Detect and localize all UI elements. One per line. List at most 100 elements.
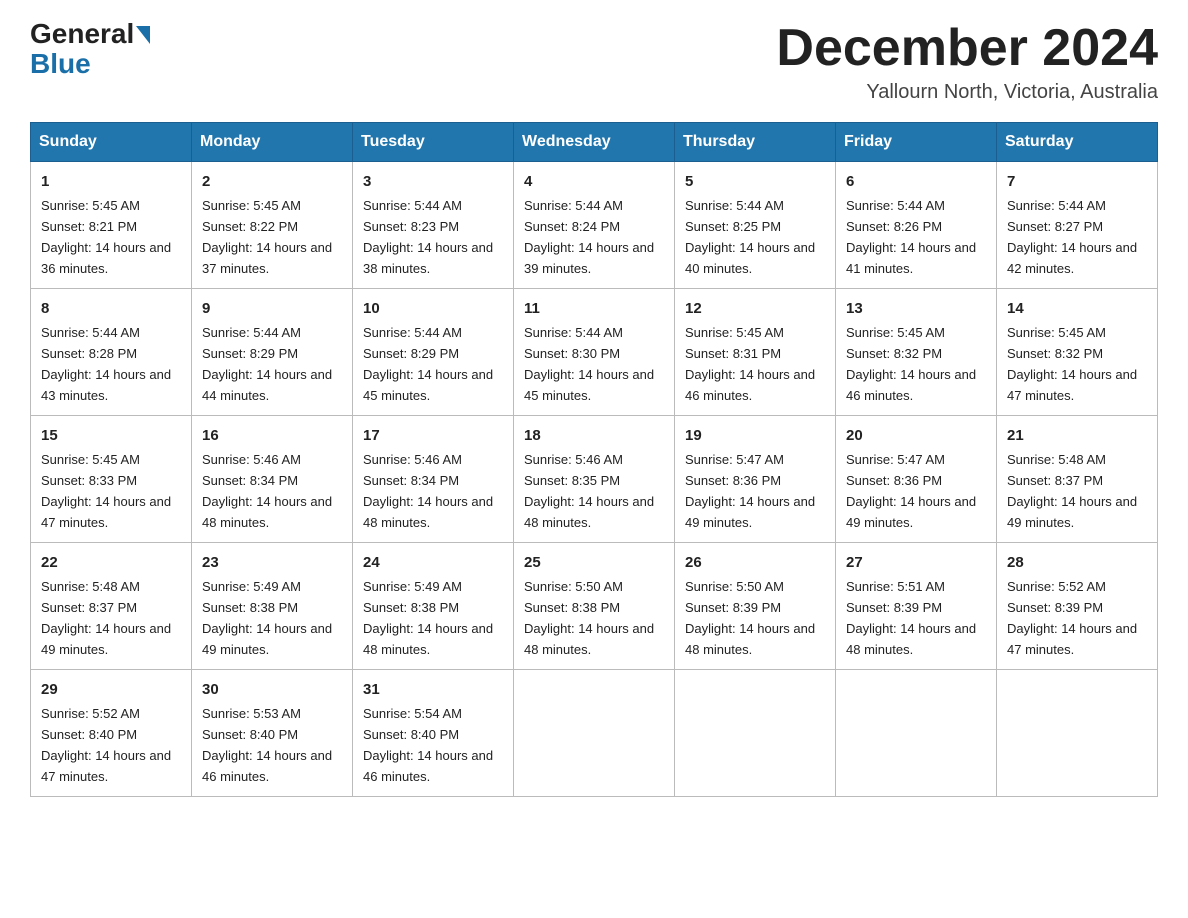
day-number: 23 bbox=[202, 551, 342, 574]
table-row: 26 Sunrise: 5:50 AMSunset: 8:39 PMDayligh… bbox=[675, 543, 836, 670]
day-info: Sunrise: 5:49 AMSunset: 8:38 PMDaylight:… bbox=[202, 579, 332, 657]
logo-general-text: General bbox=[30, 20, 134, 48]
day-number: 22 bbox=[41, 551, 181, 574]
day-number: 24 bbox=[363, 551, 503, 574]
calendar-table: SundayMondayTuesdayWednesdayThursdayFrid… bbox=[30, 122, 1158, 797]
logo: General Blue bbox=[30, 20, 150, 80]
week-row-1: 8Sunrise: 5:44 AMSunset: 8:28 PMDaylight… bbox=[31, 289, 1158, 416]
day-info: Sunrise: 5:53 AMSunset: 8:40 PMDaylight:… bbox=[202, 706, 332, 784]
day-number: 4 bbox=[524, 170, 664, 193]
day-number: 6 bbox=[846, 170, 986, 193]
day-info: Sunrise: 5:44 AMSunset: 8:24 PMDaylight:… bbox=[524, 198, 654, 276]
table-row: 9 Sunrise: 5:44 AMSunset: 8:29 PMDaylight… bbox=[192, 289, 353, 416]
day-number: 17 bbox=[363, 424, 503, 447]
calendar-body: 1Sunrise: 5:45 AMSunset: 8:21 PMDaylight… bbox=[31, 162, 1158, 797]
day-info: Sunrise: 5:46 AMSunset: 8:34 PMDaylight:… bbox=[363, 452, 493, 530]
table-row: 23 Sunrise: 5:49 AMSunset: 8:38 PMDayligh… bbox=[192, 543, 353, 670]
day-info: Sunrise: 5:45 AMSunset: 8:32 PMDaylight:… bbox=[1007, 325, 1137, 403]
day-info: Sunrise: 5:45 AMSunset: 8:31 PMDaylight:… bbox=[685, 325, 815, 403]
day-number: 26 bbox=[685, 551, 825, 574]
week-row-0: 1Sunrise: 5:45 AMSunset: 8:21 PMDaylight… bbox=[31, 162, 1158, 289]
logo-arrow-icon bbox=[136, 26, 150, 44]
table-row bbox=[997, 669, 1158, 796]
day-info: Sunrise: 5:46 AMSunset: 8:35 PMDaylight:… bbox=[524, 452, 654, 530]
table-row: 18 Sunrise: 5:46 AMSunset: 8:35 PMDayligh… bbox=[514, 416, 675, 543]
table-row: 16Sunrise: 5:46 AMSunset: 8:34 PMDayligh… bbox=[192, 416, 353, 543]
table-row: 4 Sunrise: 5:44 AMSunset: 8:24 PMDaylight… bbox=[514, 162, 675, 289]
day-info: Sunrise: 5:44 AMSunset: 8:29 PMDaylight:… bbox=[363, 325, 493, 403]
day-number: 7 bbox=[1007, 170, 1147, 193]
table-row bbox=[514, 669, 675, 796]
day-number: 14 bbox=[1007, 297, 1147, 320]
day-info: Sunrise: 5:48 AMSunset: 8:37 PMDaylight:… bbox=[41, 579, 171, 657]
table-row: 31 Sunrise: 5:54 AMSunset: 8:40 PMDayligh… bbox=[353, 669, 514, 796]
week-row-3: 22 Sunrise: 5:48 AMSunset: 8:37 PMDayligh… bbox=[31, 543, 1158, 670]
table-row: 30 Sunrise: 5:53 AMSunset: 8:40 PMDayligh… bbox=[192, 669, 353, 796]
page-title: December 2024 bbox=[776, 20, 1158, 77]
header-friday: Friday bbox=[836, 123, 997, 162]
day-info: Sunrise: 5:45 AMSunset: 8:32 PMDaylight:… bbox=[846, 325, 976, 403]
header-tuesday: Tuesday bbox=[353, 123, 514, 162]
table-row: 20 Sunrise: 5:47 AMSunset: 8:36 PMDayligh… bbox=[836, 416, 997, 543]
table-row: 27Sunrise: 5:51 AMSunset: 8:39 PMDayligh… bbox=[836, 543, 997, 670]
table-row bbox=[836, 669, 997, 796]
table-row bbox=[675, 669, 836, 796]
week-row-2: 15Sunrise: 5:45 AMSunset: 8:33 PMDayligh… bbox=[31, 416, 1158, 543]
table-row: 10 Sunrise: 5:44 AMSunset: 8:29 PMDayligh… bbox=[353, 289, 514, 416]
day-number: 11 bbox=[524, 297, 664, 320]
header-saturday: Saturday bbox=[997, 123, 1158, 162]
table-row: 6 Sunrise: 5:44 AMSunset: 8:26 PMDaylight… bbox=[836, 162, 997, 289]
header-wednesday: Wednesday bbox=[514, 123, 675, 162]
table-row: 13 Sunrise: 5:45 AMSunset: 8:32 PMDayligh… bbox=[836, 289, 997, 416]
table-row: 21 Sunrise: 5:48 AMSunset: 8:37 PMDayligh… bbox=[997, 416, 1158, 543]
day-info: Sunrise: 5:54 AMSunset: 8:40 PMDaylight:… bbox=[363, 706, 493, 784]
day-number: 29 bbox=[41, 678, 181, 701]
day-number: 13 bbox=[846, 297, 986, 320]
days-header-row: SundayMondayTuesdayWednesdayThursdayFrid… bbox=[31, 123, 1158, 162]
week-row-4: 29Sunrise: 5:52 AMSunset: 8:40 PMDayligh… bbox=[31, 669, 1158, 796]
table-row: 29Sunrise: 5:52 AMSunset: 8:40 PMDayligh… bbox=[31, 669, 192, 796]
header-thursday: Thursday bbox=[675, 123, 836, 162]
day-number: 20 bbox=[846, 424, 986, 447]
title-block: December 2024 Yallourn North, Victoria, … bbox=[776, 20, 1158, 104]
day-info: Sunrise: 5:49 AMSunset: 8:38 PMDaylight:… bbox=[363, 579, 493, 657]
day-info: Sunrise: 5:50 AMSunset: 8:38 PMDaylight:… bbox=[524, 579, 654, 657]
day-number: 9 bbox=[202, 297, 342, 320]
day-info: Sunrise: 5:44 AMSunset: 8:29 PMDaylight:… bbox=[202, 325, 332, 403]
day-number: 18 bbox=[524, 424, 664, 447]
table-row: 3 Sunrise: 5:44 AMSunset: 8:23 PMDaylight… bbox=[353, 162, 514, 289]
day-info: Sunrise: 5:52 AMSunset: 8:39 PMDaylight:… bbox=[1007, 579, 1137, 657]
day-number: 8 bbox=[41, 297, 181, 320]
day-info: Sunrise: 5:44 AMSunset: 8:27 PMDaylight:… bbox=[1007, 198, 1137, 276]
day-number: 21 bbox=[1007, 424, 1147, 447]
day-info: Sunrise: 5:46 AMSunset: 8:34 PMDaylight:… bbox=[202, 452, 332, 530]
day-number: 25 bbox=[524, 551, 664, 574]
day-info: Sunrise: 5:44 AMSunset: 8:26 PMDaylight:… bbox=[846, 198, 976, 276]
day-number: 27 bbox=[846, 551, 986, 574]
day-number: 3 bbox=[363, 170, 503, 193]
table-row: 14 Sunrise: 5:45 AMSunset: 8:32 PMDayligh… bbox=[997, 289, 1158, 416]
day-info: Sunrise: 5:47 AMSunset: 8:36 PMDaylight:… bbox=[685, 452, 815, 530]
header-sunday: Sunday bbox=[31, 123, 192, 162]
day-number: 19 bbox=[685, 424, 825, 447]
table-row: 8Sunrise: 5:44 AMSunset: 8:28 PMDaylight… bbox=[31, 289, 192, 416]
table-row: 7 Sunrise: 5:44 AMSunset: 8:27 PMDaylight… bbox=[997, 162, 1158, 289]
table-row: 24 Sunrise: 5:49 AMSunset: 8:38 PMDayligh… bbox=[353, 543, 514, 670]
table-row: 28 Sunrise: 5:52 AMSunset: 8:39 PMDayligh… bbox=[997, 543, 1158, 670]
day-info: Sunrise: 5:47 AMSunset: 8:36 PMDaylight:… bbox=[846, 452, 976, 530]
table-row: 5Sunrise: 5:44 AMSunset: 8:25 PMDaylight… bbox=[675, 162, 836, 289]
day-info: Sunrise: 5:44 AMSunset: 8:23 PMDaylight:… bbox=[363, 198, 493, 276]
table-row: 19 Sunrise: 5:47 AMSunset: 8:36 PMDayligh… bbox=[675, 416, 836, 543]
day-info: Sunrise: 5:50 AMSunset: 8:39 PMDaylight:… bbox=[685, 579, 815, 657]
page-subtitle: Yallourn North, Victoria, Australia bbox=[776, 81, 1158, 104]
day-number: 31 bbox=[363, 678, 503, 701]
calendar-header: SundayMondayTuesdayWednesdayThursdayFrid… bbox=[31, 123, 1158, 162]
table-row: 22 Sunrise: 5:48 AMSunset: 8:37 PMDayligh… bbox=[31, 543, 192, 670]
day-number: 10 bbox=[363, 297, 503, 320]
day-number: 28 bbox=[1007, 551, 1147, 574]
day-info: Sunrise: 5:45 AMSunset: 8:22 PMDaylight:… bbox=[202, 198, 332, 276]
day-info: Sunrise: 5:45 AMSunset: 8:33 PMDaylight:… bbox=[41, 452, 171, 530]
day-info: Sunrise: 5:48 AMSunset: 8:37 PMDaylight:… bbox=[1007, 452, 1137, 530]
day-number: 30 bbox=[202, 678, 342, 701]
table-row: 2Sunrise: 5:45 AMSunset: 8:22 PMDaylight… bbox=[192, 162, 353, 289]
